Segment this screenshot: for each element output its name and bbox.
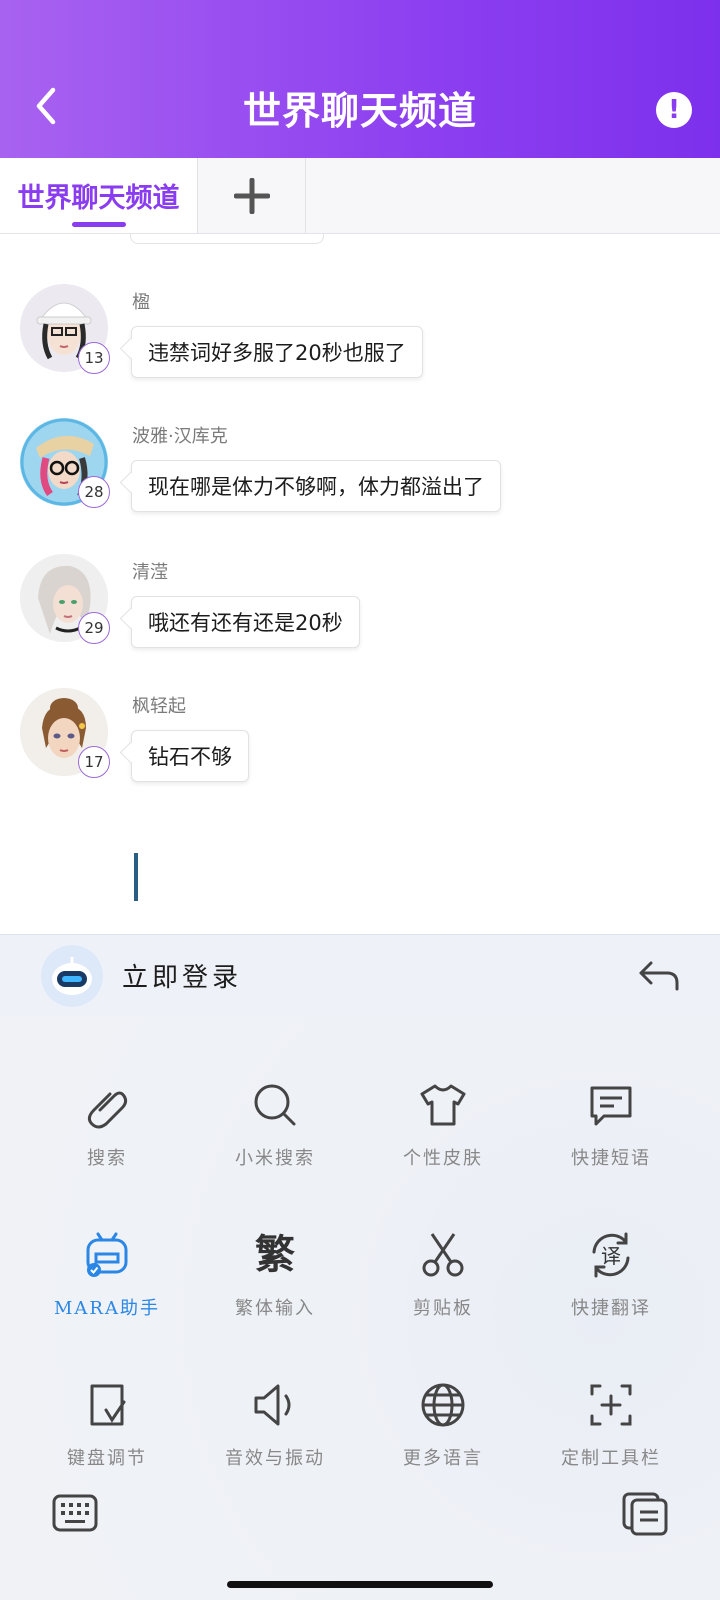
- app-header: 世界聊天频道 !: [0, 0, 720, 158]
- traditional-char-icon: 繁: [255, 1232, 295, 1278]
- chat-message: 29 清滢 哦还有还有还是20秒: [0, 554, 720, 674]
- keyboard-top-bar: 立即登录: [0, 934, 720, 1018]
- message-bubble[interactable]: 哦还有还有还是20秒: [131, 596, 360, 648]
- home-indicator[interactable]: [227, 1581, 493, 1588]
- tool-quick-translate[interactable]: 译 快捷翻译: [527, 1230, 695, 1360]
- chat-message-list[interactable]: 13 楹 违禁词好多服了20秒也服了 28 波雅·汉库克 现在哪是体力不够啊，体…: [0, 234, 720, 934]
- tool-skin[interactable]: 个性皮肤: [359, 1080, 527, 1210]
- tool-label: 个性皮肤: [403, 1148, 483, 1169]
- tshirt-icon: [420, 1084, 466, 1126]
- tool-mi-search[interactable]: 小米搜索: [191, 1080, 359, 1210]
- exclamation-icon: !: [668, 95, 680, 125]
- tool-more-languages[interactable]: 更多语言: [359, 1380, 527, 1510]
- tool-quick-phrases[interactable]: 快捷短语: [527, 1080, 695, 1210]
- plus-icon: [233, 177, 270, 214]
- chat-message: 28 波雅·汉库克 现在哪是体力不够啊，体力都溢出了: [0, 418, 720, 538]
- tool-label: 音效与振动: [225, 1448, 325, 1469]
- tool-label: 繁体输入: [235, 1298, 315, 1319]
- tool-keyboard-adjust[interactable]: 键盘调节: [23, 1380, 191, 1510]
- login-prompt[interactable]: 立即登录: [122, 957, 242, 994]
- username[interactable]: 清滢: [132, 558, 168, 584]
- tool-label: 小米搜索: [235, 1148, 315, 1169]
- level-badge: 13: [78, 342, 110, 374]
- chat-message: 17 枫轻起 钻石不够: [0, 688, 720, 808]
- message-bubble[interactable]: 违禁词好多服了20秒也服了: [131, 326, 423, 378]
- add-tab-button[interactable]: [198, 158, 306, 233]
- tab-label: 世界聊天频道: [17, 183, 180, 214]
- avatar[interactable]: 13: [20, 284, 110, 374]
- tool-search[interactable]: 搜索: [23, 1080, 191, 1210]
- robot-assistant-icon: [86, 1232, 128, 1277]
- username[interactable]: 枫轻起: [132, 692, 186, 718]
- paperclip-icon: [87, 1091, 128, 1129]
- keyboard-adjust-icon: [90, 1384, 126, 1426]
- chat-bubble-icon: [590, 1086, 632, 1126]
- message-bubble[interactable]: 现在哪是体力不够啊，体力都溢出了: [131, 460, 501, 512]
- tool-label: 剪贴板: [413, 1298, 473, 1319]
- clipboard-pages-button[interactable]: [620, 1488, 670, 1538]
- page-title: 世界聊天频道: [242, 89, 477, 133]
- username[interactable]: 楹: [132, 288, 150, 314]
- tool-label: MARA助手: [54, 1298, 160, 1319]
- tab-active-indicator: [72, 222, 126, 227]
- chat-message: 13 楹 违禁词好多服了20秒也服了: [0, 284, 720, 404]
- add-frame-icon: [590, 1384, 632, 1426]
- avatar[interactable]: 29: [20, 554, 110, 644]
- tool-label: 搜索: [87, 1148, 127, 1169]
- tool-label: 快捷翻译: [571, 1298, 651, 1319]
- globe-icon: [421, 1383, 465, 1427]
- username[interactable]: 波雅·汉库克: [132, 422, 228, 448]
- message-bubble[interactable]: 钻石不够: [131, 730, 249, 782]
- partial-message-bubble: [130, 234, 324, 244]
- level-badge: 29: [78, 612, 110, 644]
- undo-arrow-icon: [639, 961, 679, 991]
- undo-button[interactable]: [634, 953, 684, 999]
- speaker-icon: [254, 1384, 291, 1426]
- avatar[interactable]: 17: [20, 688, 110, 778]
- svg-text:译: 译: [601, 1244, 621, 1268]
- avatar[interactable]: 28: [20, 418, 110, 508]
- search-icon: [254, 1084, 296, 1126]
- tool-label: 定制工具栏: [561, 1448, 661, 1469]
- tool-sound-vibration[interactable]: 音效与振动: [191, 1380, 359, 1510]
- tool-traditional-input[interactable]: 繁 繁体输入: [191, 1230, 359, 1360]
- clipboard-pages-icon: [622, 1492, 668, 1536]
- text-cursor: [134, 853, 138, 901]
- level-badge: 28: [78, 476, 110, 508]
- tool-label: 键盘调节: [67, 1448, 147, 1469]
- tool-label: 快捷短语: [571, 1148, 651, 1169]
- level-badge: 17: [78, 746, 110, 778]
- tool-label: 更多语言: [403, 1448, 483, 1469]
- keyboard-icon: [52, 1494, 98, 1532]
- channel-tabs: 世界聊天频道: [0, 158, 720, 234]
- robot-avatar-icon[interactable]: [41, 945, 103, 1007]
- translate-icon: 译: [592, 1232, 630, 1278]
- tab-world-chat[interactable]: 世界聊天频道: [0, 158, 198, 233]
- keyboard-switch-button[interactable]: [50, 1490, 100, 1536]
- info-button[interactable]: !: [656, 92, 692, 128]
- scissors-icon: [422, 1233, 464, 1277]
- tool-clipboard[interactable]: 剪贴板: [359, 1230, 527, 1360]
- tool-mara-assistant[interactable]: MARA助手: [23, 1230, 191, 1360]
